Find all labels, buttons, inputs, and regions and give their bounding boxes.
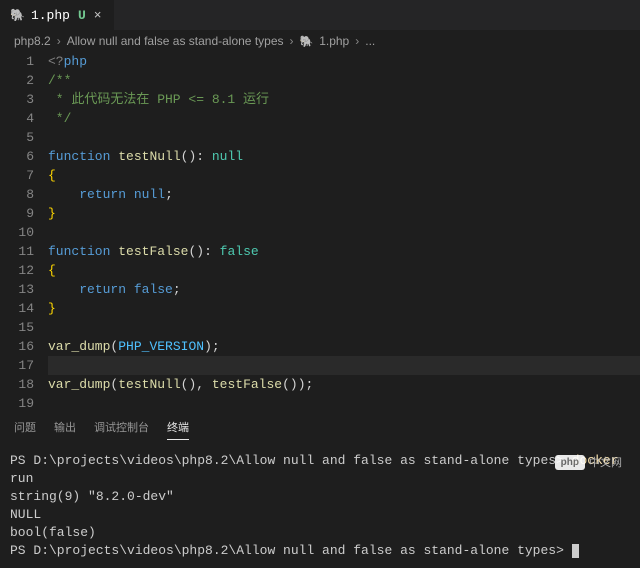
tab-filename: 1.php xyxy=(31,8,70,23)
code-line[interactable]: } xyxy=(48,204,640,223)
line-number: 14 xyxy=(0,299,34,318)
code-line[interactable]: return null; xyxy=(48,185,640,204)
line-number: 2 xyxy=(0,71,34,90)
terminal[interactable]: PS D:\projects\videos\php8.2\Allow null … xyxy=(0,444,640,568)
chevron-right-icon: › xyxy=(355,34,359,48)
line-number: 9 xyxy=(0,204,34,223)
terminal-line: string(9) "8.2.0-dev" xyxy=(10,488,630,506)
line-number: 10 xyxy=(0,223,34,242)
watermark: php 中文网 xyxy=(555,454,622,470)
code-line[interactable]: { xyxy=(48,261,640,280)
line-gutter: 12345678910111213141516171819 xyxy=(0,52,48,413)
breadcrumb-tail: ... xyxy=(365,34,375,48)
code-line[interactable]: * 此代码无法在 PHP <= 8.1 运行 xyxy=(48,90,640,109)
terminal-line: bool(false) xyxy=(10,524,630,542)
chevron-right-icon: › xyxy=(290,34,294,48)
file-tab[interactable]: 🐘 1.php U × xyxy=(0,0,115,30)
terminal-line: NULL xyxy=(10,506,630,524)
line-number: 18 xyxy=(0,375,34,394)
line-number: 12 xyxy=(0,261,34,280)
code-editor[interactable]: 12345678910111213141516171819 <?php/** *… xyxy=(0,52,640,413)
line-number: 11 xyxy=(0,242,34,261)
code-line[interactable]: <?php xyxy=(48,52,640,71)
php-icon: 🐘 xyxy=(10,8,25,23)
breadcrumb-file: 1.php xyxy=(319,34,349,48)
terminal-cursor xyxy=(572,544,579,558)
panel-tab-0[interactable]: 问题 xyxy=(14,419,36,440)
code-line[interactable]: function testNull(): null xyxy=(48,147,640,166)
panel-tabs: 问题输出调试控制台终端 xyxy=(0,413,640,444)
line-number: 15 xyxy=(0,318,34,337)
line-number: 1 xyxy=(0,52,34,71)
line-number: 8 xyxy=(0,185,34,204)
breadcrumb-folder: Allow null and false as stand-alone type… xyxy=(67,34,284,48)
terminal-line: PS D:\projects\videos\php8.2\Allow null … xyxy=(10,542,630,560)
tab-git-status: U xyxy=(78,8,86,23)
breadcrumb[interactable]: php8.2 › Allow null and false as stand-a… xyxy=(0,30,640,52)
watermark-badge: php xyxy=(555,455,585,470)
terminal-line: PS D:\projects\videos\php8.2\Allow null … xyxy=(10,452,630,488)
line-number: 13 xyxy=(0,280,34,299)
code-line[interactable] xyxy=(48,223,640,242)
panel-tab-2[interactable]: 调试控制台 xyxy=(94,419,149,440)
tab-bar: 🐘 1.php U × xyxy=(0,0,640,30)
line-number: 16 xyxy=(0,337,34,356)
code-line[interactable] xyxy=(48,394,640,413)
code-line[interactable]: function testFalse(): false xyxy=(48,242,640,261)
code-area[interactable]: <?php/** * 此代码无法在 PHP <= 8.1 运行 */ functi… xyxy=(48,52,640,413)
code-line[interactable]: var_dump(PHP_VERSION); xyxy=(48,337,640,356)
line-number: 6 xyxy=(0,147,34,166)
code-line[interactable]: */ xyxy=(48,109,640,128)
code-line[interactable]: return false; xyxy=(48,280,640,299)
watermark-text: 中文网 xyxy=(589,454,622,470)
line-number: 7 xyxy=(0,166,34,185)
code-line[interactable]: } xyxy=(48,299,640,318)
line-number: 5 xyxy=(0,128,34,147)
line-number: 19 xyxy=(0,394,34,413)
code-line[interactable] xyxy=(48,318,640,337)
code-line[interactable] xyxy=(48,128,640,147)
line-number: 4 xyxy=(0,109,34,128)
panel-tab-3[interactable]: 终端 xyxy=(167,419,189,440)
chevron-right-icon: › xyxy=(57,34,61,48)
line-number: 3 xyxy=(0,90,34,109)
line-number: 17 xyxy=(0,356,34,375)
breadcrumb-root: php8.2 xyxy=(14,34,51,48)
code-line[interactable]: { xyxy=(48,166,640,185)
panel-tab-1[interactable]: 输出 xyxy=(54,419,76,440)
close-icon[interactable]: × xyxy=(92,8,104,23)
php-icon: 🐘 xyxy=(300,35,314,48)
code-line[interactable]: /** xyxy=(48,71,640,90)
code-line[interactable] xyxy=(48,356,640,375)
code-line[interactable]: var_dump(testNull(), testFalse()); xyxy=(48,375,640,394)
